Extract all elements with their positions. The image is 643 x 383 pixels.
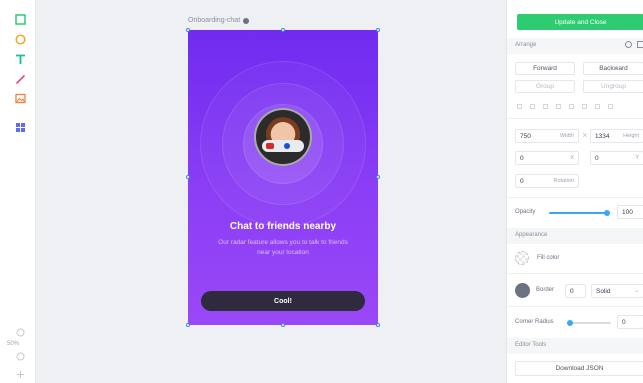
divider <box>507 197 643 198</box>
rectangle-tool-icon[interactable] <box>13 12 27 26</box>
avatar <box>254 108 312 166</box>
align-center-icon[interactable] <box>530 104 535 109</box>
align-middle-icon[interactable] <box>569 104 574 109</box>
link-dimensions-icon[interactable]: ⨯ <box>582 131 588 139</box>
border-style-select[interactable]: Solid ⌄ <box>591 284 643 298</box>
ellipse-tool-icon[interactable] <box>13 32 27 46</box>
border-width-value: 0 <box>570 287 574 295</box>
resize-handle-top-left[interactable] <box>186 28 190 32</box>
opacity-value: 100 <box>622 208 633 216</box>
fill-color-label: Fill color <box>537 255 560 261</box>
border-style-value: Solid <box>596 287 611 295</box>
opacity-slider-knob[interactable] <box>604 210 610 216</box>
width-value: 750 <box>520 132 531 140</box>
ungroup-button[interactable]: Ungroup <box>583 80 643 93</box>
pan-icon[interactable] <box>13 367 27 381</box>
y-field[interactable]: 0 Y <box>590 151 643 165</box>
group-button[interactable]: Group <box>515 80 575 93</box>
text-tool-icon[interactable] <box>13 52 27 66</box>
y-label: Y <box>635 155 639 161</box>
arrange-title: Arrange <box>515 42 537 48</box>
rotation-label: Rotation <box>553 178 575 184</box>
artboard-settings-icon[interactable] <box>243 17 250 24</box>
border-width-field[interactable]: 0 <box>565 284 586 298</box>
canvas[interactable]: Onboarding-chat Chat to friends nearby O… <box>36 0 506 383</box>
backward-button[interactable]: Backward <box>583 62 643 75</box>
resize-handle-bottom[interactable] <box>281 323 285 327</box>
visor-red-mark <box>266 143 274 149</box>
divider <box>507 118 643 119</box>
width-field[interactable]: 750 Width <box>515 129 579 143</box>
properties-panel: Update and Close Arrange Forward Backwar… <box>506 0 643 383</box>
align-top-icon[interactable] <box>556 104 561 109</box>
editor-tools-title: Editor Tools <box>515 342 547 348</box>
cool-button[interactable]: Cool! <box>201 291 365 311</box>
divider <box>507 306 643 307</box>
line-tool-icon[interactable] <box>13 72 27 86</box>
rotation-field[interactable]: 0 Rotation <box>515 174 579 188</box>
x-label: X <box>570 155 574 161</box>
artboard-onboarding-chat[interactable]: Chat to friends nearby Our radar feature… <box>188 30 378 325</box>
resize-handle-bottom-right[interactable] <box>376 323 380 327</box>
corner-radius-value: 0 <box>622 318 626 326</box>
align-right-icon[interactable] <box>543 104 548 109</box>
zoom-out-icon[interactable] <box>13 349 27 363</box>
components-grid-icon[interactable] <box>13 120 27 134</box>
screen-headline: Chat to friends nearby <box>229 221 337 232</box>
forward-button[interactable]: Forward <box>515 62 575 75</box>
corner-radius-label: Corner Radius <box>515 319 554 325</box>
appearance-title: Appearance <box>515 232 548 238</box>
fill-color-swatch[interactable] <box>515 251 529 265</box>
resize-handle-left[interactable] <box>186 175 190 179</box>
corner-radius-slider-knob[interactable] <box>567 320 573 326</box>
artboard-name: Onboarding-chat <box>188 17 241 24</box>
resize-handle-top-right[interactable] <box>376 28 380 32</box>
align-left-icon[interactable] <box>517 104 522 109</box>
alignment-toolbar <box>517 104 613 109</box>
lock-icon[interactable] <box>625 41 632 48</box>
zoom-in-icon[interactable] <box>13 325 27 339</box>
helmet-visor <box>262 140 304 152</box>
artboard-label[interactable]: Onboarding-chat <box>188 17 250 24</box>
download-json-button[interactable]: Download JSON <box>515 361 643 376</box>
corner-radius-slider[interactable] <box>567 322 611 324</box>
corner-radius-field[interactable]: 0 <box>617 315 643 329</box>
visibility-icon[interactable] <box>637 41 643 48</box>
resize-handle-top[interactable] <box>281 28 285 32</box>
distribute-horizontal-icon[interactable] <box>595 104 600 109</box>
height-value: 1334 <box>595 132 610 140</box>
visor-blue-mark <box>284 143 290 149</box>
resize-handle-bottom-left[interactable] <box>186 323 190 327</box>
x-field[interactable]: 0 X <box>515 151 579 165</box>
opacity-slider-fill <box>549 212 607 214</box>
y-value: 0 <box>595 154 599 162</box>
update-and-close-button[interactable]: Update and Close <box>517 14 643 30</box>
screen-body-text: Our radar feature allows you to talk to … <box>218 239 348 256</box>
rotation-value: 0 <box>520 177 524 185</box>
align-bottom-icon[interactable] <box>582 104 587 109</box>
height-field[interactable]: 1334 Height <box>590 129 643 143</box>
height-label: Height <box>623 133 639 139</box>
opacity-label: Opacity <box>515 209 536 215</box>
resize-handle-right[interactable] <box>376 175 380 179</box>
width-label: Width <box>559 133 574 139</box>
zoom-level: 50% <box>7 341 20 347</box>
border-label: Border <box>536 287 555 293</box>
left-toolbar: 50% <box>0 0 36 383</box>
opacity-field[interactable]: 100 <box>617 205 643 219</box>
image-tool-icon[interactable] <box>13 91 27 105</box>
divider <box>507 273 643 274</box>
x-value: 0 <box>520 154 524 162</box>
chevron-down-icon: ⌄ <box>634 288 639 294</box>
distribute-vertical-icon[interactable] <box>608 104 613 109</box>
border-color-swatch[interactable] <box>515 283 530 298</box>
